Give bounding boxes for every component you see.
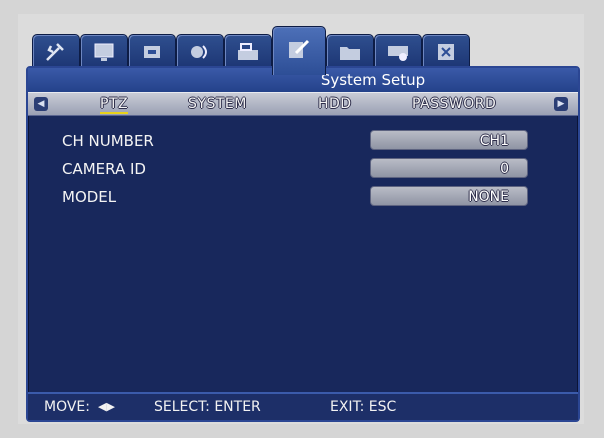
camera-id-label: CAMERA ID	[62, 160, 146, 178]
tab-system-setup[interactable]	[272, 26, 326, 75]
tools-icon	[43, 40, 69, 69]
system-setup-icon	[286, 37, 312, 66]
tab-system[interactable]: SYSTEM	[188, 93, 247, 115]
settings-panel: CH NUMBER CH1 CAMERA ID 0 MODEL NONE	[28, 116, 578, 396]
close-icon	[433, 40, 459, 69]
backup-icon	[385, 40, 411, 69]
ch-number-field[interactable]: CH1	[370, 130, 528, 150]
ch-number-label: CH NUMBER	[62, 132, 154, 150]
folder-icon	[337, 40, 363, 69]
system-setup-window: System Setup ◀ PTZ SYSTEM HDD PASSWORD ▶…	[26, 66, 580, 422]
camera-id-field[interactable]: 0	[370, 158, 528, 178]
tab-password[interactable]: PASSWORD	[412, 93, 496, 115]
dvr-screen: System Setup ◀ PTZ SYSTEM HDD PASSWORD ▶…	[18, 14, 584, 424]
model-field[interactable]: NONE	[370, 186, 528, 206]
exit-hint: EXIT: ESC	[330, 399, 397, 415]
tab-ptz[interactable]: PTZ	[100, 93, 129, 115]
monitor-icon	[91, 40, 117, 69]
network-icon	[187, 40, 213, 69]
model-label: MODEL	[62, 188, 117, 206]
subtab-next-button[interactable]: ▶	[554, 97, 568, 111]
select-hint: SELECT: ENTER	[154, 399, 261, 415]
move-hint: MOVE:	[44, 399, 90, 415]
chevron-right-icon: ▶	[557, 99, 565, 109]
device-icon	[235, 40, 261, 69]
chevron-left-icon: ◀	[37, 99, 45, 109]
status-bar: MOVE: ◀▶ SELECT: ENTER EXIT: ESC	[28, 392, 578, 420]
record-icon	[139, 40, 165, 69]
subtab-bar: ◀ PTZ SYSTEM HDD PASSWORD ▶	[28, 92, 578, 116]
tab-hdd[interactable]: HDD	[318, 93, 352, 115]
subtab-prev-button[interactable]: ◀	[34, 97, 48, 111]
arrows-icon: ◀▶	[98, 400, 115, 413]
